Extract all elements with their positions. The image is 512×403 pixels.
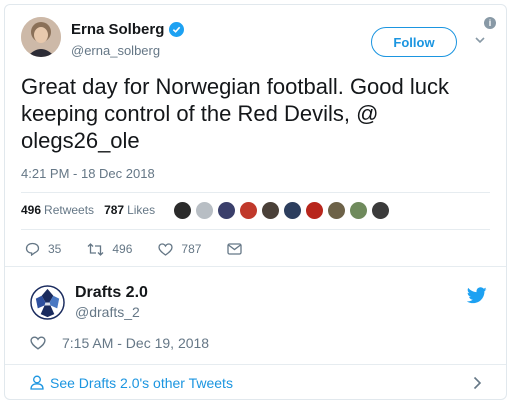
- author-handle[interactable]: @erna_solberg: [71, 43, 160, 58]
- reply-icon: [25, 242, 40, 256]
- liker-avatar[interactable]: [173, 201, 192, 220]
- tweet-embed-card: Erna Solberg @erna_solberg i Follow Grea…: [4, 4, 507, 400]
- reply-count: 35: [48, 242, 62, 256]
- liker-avatar[interactable]: [261, 201, 280, 220]
- author-card-meta: 7:15 AM - Dec 19, 2018: [30, 335, 209, 351]
- liker-avatars[interactable]: [173, 201, 390, 220]
- author-avatar[interactable]: [21, 17, 61, 57]
- liker-avatar[interactable]: [349, 201, 368, 220]
- embedded-tweet: Erna Solberg @erna_solberg i Follow Grea…: [5, 5, 506, 267]
- tweet-actions: 35 496 787: [25, 242, 268, 256]
- verified-badge-icon: [169, 22, 185, 37]
- tweet-timestamp[interactable]: 4:21 PM - 18 Dec 2018: [21, 166, 155, 181]
- chevron-right-icon: [473, 376, 482, 390]
- divider: [21, 229, 490, 230]
- like-count: 787: [181, 242, 202, 256]
- drafts-name[interactable]: Drafts 2.0: [75, 284, 148, 302]
- author-card-timestamp[interactable]: 7:15 AM - Dec 19, 2018: [62, 335, 209, 351]
- like-action[interactable]: 787: [158, 242, 201, 256]
- retweets-count[interactable]: 496: [21, 203, 41, 217]
- divider: [5, 266, 506, 267]
- follow-button[interactable]: Follow: [371, 27, 457, 57]
- liker-avatar[interactable]: [371, 201, 390, 220]
- author-name[interactable]: Erna Solberg: [71, 21, 164, 38]
- heart-icon[interactable]: [30, 336, 46, 350]
- liker-avatar[interactable]: [283, 201, 302, 220]
- heart-icon: [158, 242, 174, 256]
- info-icon[interactable]: i: [484, 17, 496, 29]
- liker-avatar[interactable]: [239, 201, 258, 220]
- likes-label[interactable]: Likes: [127, 203, 155, 217]
- chevron-down-icon[interactable]: [473, 33, 487, 47]
- engagement-stats: 496 Retweets 787 Likes: [21, 203, 155, 217]
- drafts-avatar[interactable]: [30, 285, 65, 320]
- likes-count[interactable]: 787: [104, 203, 124, 217]
- retweet-count: 496: [112, 242, 133, 256]
- liker-avatar[interactable]: [327, 201, 346, 220]
- tweet-text: Great day for Norwegian football. Good l…: [21, 74, 450, 153]
- person-icon: [30, 375, 44, 390]
- author-name-row: Erna Solberg: [71, 21, 185, 38]
- reply-action[interactable]: 35: [25, 242, 61, 256]
- liker-avatar[interactable]: [195, 201, 214, 220]
- liker-avatar[interactable]: [305, 201, 324, 220]
- dm-action[interactable]: [227, 243, 243, 255]
- see-other-tweets-text: See Drafts 2.0's other Tweets: [50, 374, 233, 391]
- drafts-handle[interactable]: @drafts_2: [75, 304, 140, 320]
- retweets-label[interactable]: Retweets: [44, 203, 94, 217]
- retweet-action[interactable]: 496: [87, 242, 132, 256]
- retweet-icon: [87, 242, 104, 256]
- twitter-bird-icon[interactable]: [467, 287, 487, 304]
- see-other-tweets-link[interactable]: See Drafts 2.0's other Tweets: [5, 364, 506, 399]
- liker-avatar[interactable]: [217, 201, 236, 220]
- envelope-icon: [227, 243, 243, 255]
- divider: [21, 192, 490, 193]
